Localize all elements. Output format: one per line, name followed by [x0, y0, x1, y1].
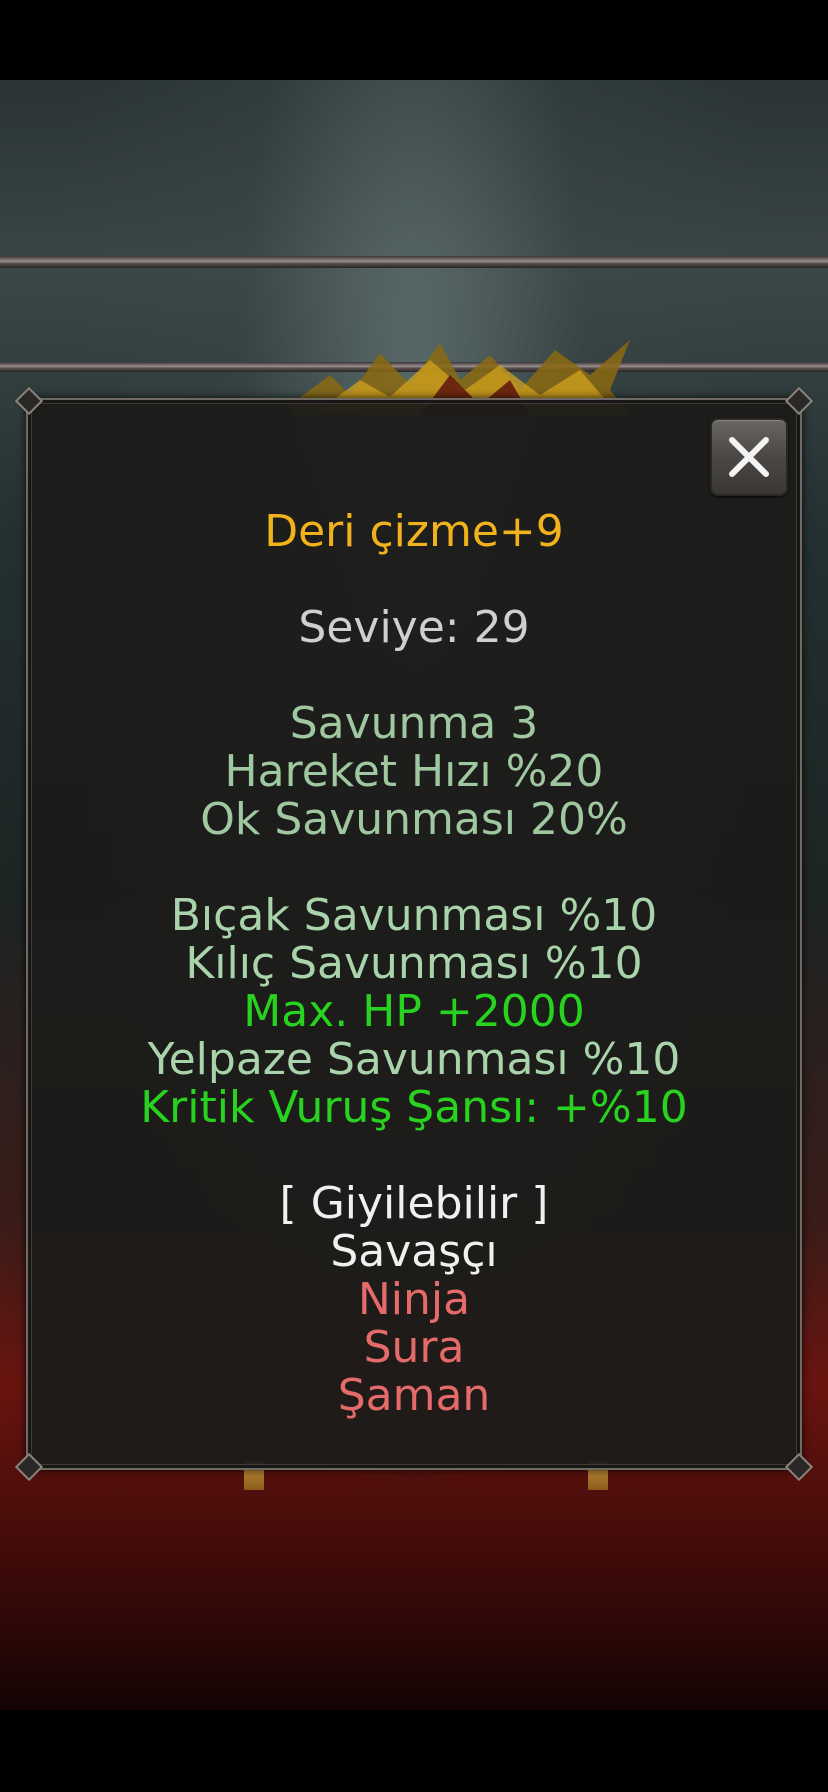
bonus-attribute: Kılıç Savunması %10 [185, 938, 643, 989]
wearable-header: [ Giyilebilir ] [279, 1178, 549, 1229]
class-restriction: Ninja [357, 1274, 471, 1325]
bonus-attribute: Kritik Vuruş Şansı: +%10 [140, 1082, 688, 1133]
close-button[interactable] [710, 418, 788, 496]
base-attribute: Savunma 3 [289, 698, 539, 749]
base-attribute: Ok Savunması 20% [200, 794, 628, 845]
bonus-attribute: Max. HP +2000 [243, 986, 585, 1037]
game-screen: Deri çizme+9 Seviye: 29 Savunma 3 Hareke… [0, 0, 828, 1792]
navigation-bar [0, 1710, 828, 1792]
class-restriction: Şaman [337, 1370, 491, 1421]
close-x-icon [729, 437, 769, 477]
bonus-attribute: Yelpaze Savunması %10 [147, 1034, 681, 1085]
status-bar [0, 0, 828, 80]
base-attribute: Hareket Hızı %20 [224, 746, 604, 797]
item-details: Deri çizme+9 Seviye: 29 Savunma 3 Hareke… [28, 508, 800, 1420]
item-tooltip-panel: Deri çizme+9 Seviye: 29 Savunma 3 Hareke… [14, 386, 814, 1482]
item-level: Seviye: 29 [298, 602, 530, 653]
item-title: Deri çizme+9 [264, 506, 564, 557]
display-rod [0, 256, 828, 268]
class-restriction: Savaşçı [330, 1226, 498, 1277]
bonus-attribute: Bıçak Savunması %10 [170, 890, 658, 941]
class-restriction: Sura [363, 1322, 465, 1373]
